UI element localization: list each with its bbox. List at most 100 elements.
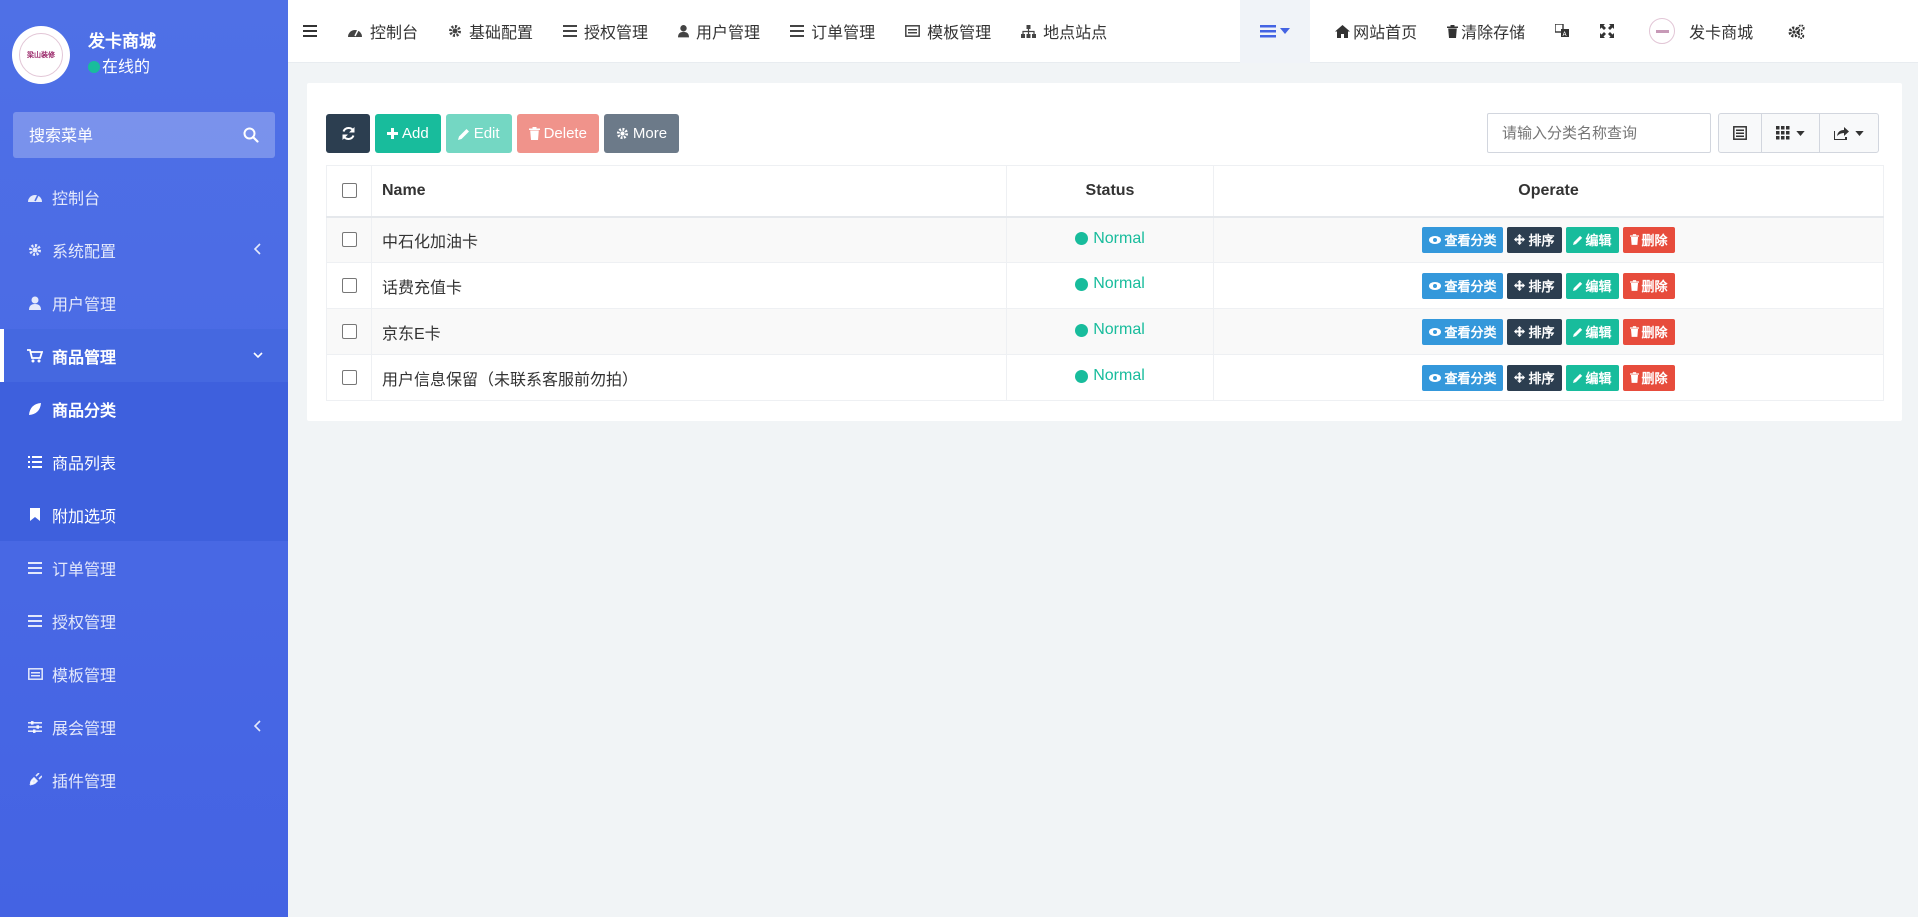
sidebar-item-orders[interactable]: 订单管理 bbox=[0, 541, 288, 594]
sidebar-item-system-config[interactable]: 系统配置 bbox=[0, 223, 288, 276]
dashboard-icon bbox=[348, 29, 362, 37]
sidebar-item-product-category[interactable]: 商品分类 bbox=[0, 382, 288, 435]
top-nav-site-home[interactable]: 网站首页 bbox=[1320, 0, 1432, 63]
status-badge: Normal bbox=[1075, 275, 1145, 293]
sort-button[interactable]: 排序 bbox=[1507, 364, 1562, 391]
refresh-button[interactable] bbox=[326, 114, 370, 153]
top-nav-fullscreen[interactable] bbox=[1585, 0, 1629, 63]
avatar[interactable]: 梁山装修 bbox=[12, 26, 70, 84]
sitemap-icon bbox=[1021, 24, 1037, 38]
sort-button[interactable]: 排序 bbox=[1507, 318, 1562, 345]
row-checkbox[interactable] bbox=[341, 323, 357, 339]
refresh-icon bbox=[342, 127, 354, 140]
top-nav-settings[interactable] bbox=[1768, 0, 1820, 63]
view-category-button[interactable]: 查看分类 bbox=[1422, 272, 1504, 299]
move-icon bbox=[1514, 372, 1526, 383]
top-nav-language[interactable]: A bbox=[1540, 0, 1585, 63]
table-row: 中石化加油卡 Normal 查看分类 排序 编辑 删除 bbox=[326, 216, 1884, 263]
column-header-operate: Operate bbox=[1213, 165, 1884, 218]
export-icon bbox=[1834, 127, 1849, 140]
export-dropdown-button[interactable] bbox=[1820, 114, 1878, 152]
sidebar-item-products[interactable]: 商品管理 bbox=[0, 329, 288, 382]
add-button[interactable]: Add bbox=[375, 114, 441, 153]
eye-icon bbox=[1429, 235, 1442, 244]
view-category-button[interactable]: 查看分类 bbox=[1422, 364, 1504, 391]
home-icon bbox=[1335, 24, 1351, 38]
status-dot-icon bbox=[1075, 277, 1089, 291]
list-icon bbox=[790, 25, 805, 37]
sidebar-item-auth[interactable]: 授权管理 bbox=[0, 594, 288, 647]
table-row: 话费充值卡 Normal 查看分类 排序 编辑 删除 bbox=[326, 262, 1884, 309]
sidebar-item-dashboard[interactable]: 控制台 bbox=[0, 170, 288, 223]
edit-row-button[interactable]: 编辑 bbox=[1565, 226, 1619, 253]
top-nav-users[interactable]: 用户管理 bbox=[663, 0, 775, 63]
top-nav-dashboard[interactable]: 控制台 bbox=[332, 0, 433, 63]
sidebar-item-exhibitions[interactable]: 展会管理 bbox=[0, 700, 288, 753]
view-category-button[interactable]: 查看分类 bbox=[1422, 318, 1504, 345]
trash-icon bbox=[1629, 326, 1639, 337]
bookmark-icon bbox=[27, 507, 43, 523]
sidebar-item-product-list[interactable]: 商品列表 bbox=[0, 435, 288, 488]
row-checkbox[interactable] bbox=[341, 232, 357, 248]
trash-icon bbox=[1447, 24, 1459, 38]
status-dot-icon bbox=[1075, 369, 1089, 383]
edit-row-button[interactable]: 编辑 bbox=[1565, 364, 1619, 391]
delete-row-button[interactable]: 删除 bbox=[1622, 226, 1675, 253]
plug-icon bbox=[27, 772, 43, 788]
top-nav-basic-config[interactable]: 基础配置 bbox=[433, 0, 548, 63]
sidebar-item-users[interactable]: 用户管理 bbox=[0, 276, 288, 329]
edit-row-button[interactable]: 编辑 bbox=[1565, 318, 1619, 345]
status-badge: Normal bbox=[1075, 230, 1145, 248]
columns-dropdown-button[interactable] bbox=[1762, 114, 1820, 152]
column-header-name[interactable]: Name bbox=[371, 165, 1007, 218]
edit-row-button[interactable]: 编辑 bbox=[1565, 272, 1619, 299]
sidebar-item-templates[interactable]: 模板管理 bbox=[0, 647, 288, 700]
menu-search-input[interactable] bbox=[29, 125, 243, 145]
caret-down-icon bbox=[1796, 130, 1805, 136]
gears-icon bbox=[1788, 23, 1805, 39]
top-nav-templates[interactable]: 模板管理 bbox=[890, 0, 1006, 63]
top-nav-more-dropdown[interactable] bbox=[1240, 0, 1311, 63]
top-nav-clear-cache[interactable]: 清除存储 bbox=[1432, 0, 1540, 63]
gear-icon bbox=[449, 25, 462, 37]
trash-icon bbox=[1629, 234, 1639, 246]
top-nav-auth[interactable]: 授权管理 bbox=[548, 0, 663, 63]
sort-button[interactable]: 排序 bbox=[1507, 272, 1562, 299]
sidebar-toggle[interactable] bbox=[288, 0, 332, 63]
row-checkbox[interactable] bbox=[341, 369, 357, 385]
table-header-row: Name Status Operate bbox=[326, 165, 1884, 218]
delete-button[interactable]: Delete bbox=[516, 114, 599, 153]
sort-button[interactable]: 排序 bbox=[1507, 226, 1562, 253]
more-button[interactable]: More bbox=[603, 114, 680, 153]
top-nav-orders[interactable]: 订单管理 bbox=[775, 0, 890, 63]
status-dot-icon bbox=[1075, 323, 1089, 337]
edit-button[interactable]: Edit bbox=[445, 114, 512, 153]
trash-icon bbox=[528, 127, 540, 140]
table-view-icon bbox=[1733, 126, 1747, 140]
row-checkbox[interactable] bbox=[341, 277, 357, 293]
top-nav-user-menu[interactable]: 发卡商城 bbox=[1629, 0, 1768, 63]
category-search-input[interactable] bbox=[1487, 113, 1711, 153]
view-category-button[interactable]: 查看分类 bbox=[1422, 226, 1504, 253]
list-icon bbox=[563, 25, 578, 37]
user-panel: 梁山装修 发卡商城 在线的 bbox=[0, 0, 288, 110]
fullscreen-icon bbox=[1600, 24, 1615, 38]
delete-row-button[interactable]: 删除 bbox=[1622, 364, 1675, 391]
menu-search bbox=[13, 112, 275, 158]
delete-row-button[interactable]: 删除 bbox=[1622, 318, 1675, 345]
search-icon[interactable] bbox=[243, 127, 259, 143]
list-icon bbox=[27, 454, 43, 470]
sidebar-item-plugins[interactable]: 插件管理 bbox=[0, 753, 288, 806]
grid-icon bbox=[1776, 126, 1790, 140]
sidebar-item-addon-options[interactable]: 附加选项 bbox=[0, 488, 288, 541]
user-icon bbox=[27, 295, 43, 311]
column-header-status[interactable]: Status bbox=[1006, 165, 1214, 218]
pencil-icon bbox=[1572, 235, 1582, 245]
chevron-left-icon bbox=[253, 243, 261, 255]
select-all-checkbox[interactable] bbox=[341, 183, 357, 199]
delete-row-button[interactable]: 删除 bbox=[1622, 272, 1675, 299]
pencil-icon bbox=[457, 128, 469, 140]
toggle-card-view-button[interactable] bbox=[1719, 114, 1762, 152]
status-badge: Normal bbox=[1075, 321, 1145, 339]
top-nav-sites[interactable]: 地点站点 bbox=[1006, 0, 1122, 63]
